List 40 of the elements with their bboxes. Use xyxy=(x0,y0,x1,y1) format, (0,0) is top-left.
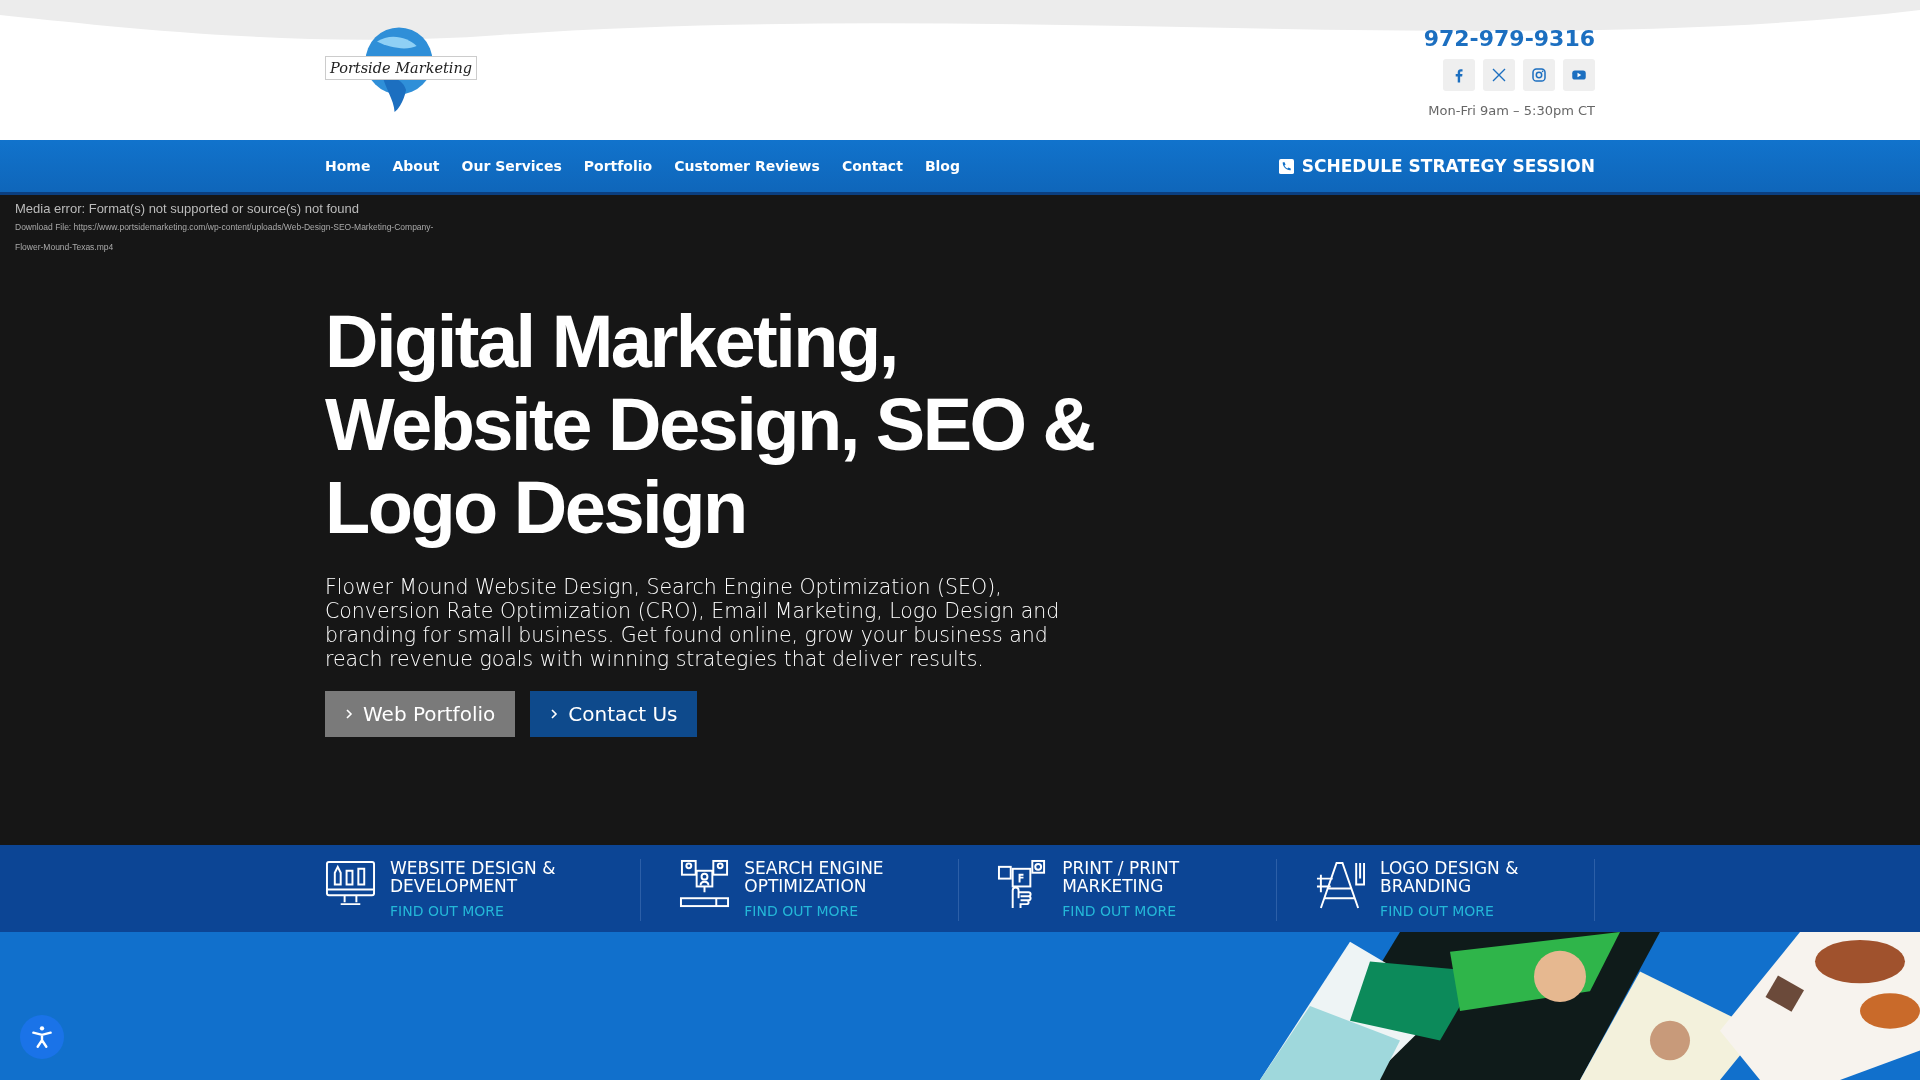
phone-link[interactable]: 972-979-9316 xyxy=(1423,26,1595,51)
business-hours: Mon-Fri 9am – 5:30pm CT xyxy=(1428,103,1595,118)
nav-link[interactable]: Home xyxy=(325,158,371,174)
find-out-more-link[interactable]: FIND OUT MORE xyxy=(1062,903,1263,919)
nav-link[interactable]: Customer Reviews xyxy=(674,158,820,174)
chevron-icon xyxy=(550,708,559,720)
social-link[interactable] xyxy=(1523,59,1555,91)
logo[interactable]: Portside Marketing xyxy=(325,18,475,118)
nav-link[interactable]: Our Services xyxy=(461,158,562,174)
nav-link[interactable]: Contact xyxy=(841,158,903,174)
social-link[interactable] xyxy=(1443,59,1475,91)
find-out-more-link[interactable]: FIND OUT MORE xyxy=(1380,903,1581,919)
accessibility-icon xyxy=(29,1024,55,1050)
nav-link[interactable]: About xyxy=(392,158,440,174)
service-title: PRINT / PRINT MARKETING xyxy=(1062,859,1181,895)
hero-description: Flower Mound Website Design, Search Engine Optimization (SEO), Conversion Rate Optimization (CRO), Email Marketing, Logo Design and branding for small business. Get found online, grow your business and reach revenue goals with winning strategies that deliver results. xyxy=(325,575,1061,671)
hero-title: Digital Marketing, Website Design, SEO & Logo Design xyxy=(325,300,1095,549)
hero-button[interactable]: Contact Us xyxy=(530,691,698,737)
find-out-more-link[interactable]: FIND OUT MORE xyxy=(744,903,945,919)
social-link[interactable] xyxy=(1483,59,1515,91)
letter-ruler-icon xyxy=(1315,859,1367,910)
service-title: SEARCH ENGINE OPTIMIZATION xyxy=(744,859,885,895)
social-link[interactable] xyxy=(1563,59,1595,91)
service-title: LOGO DESIGN & BRANDING xyxy=(1380,859,1520,895)
instagram-icon xyxy=(1530,66,1548,84)
accessibility-button[interactable] xyxy=(20,1015,64,1059)
download-link[interactable]: Download File: https://www.portsidemarketing.com/wp-content/uploads/Web-Design-SEO-Marketing-Company- xyxy=(15,222,485,232)
nav-link[interactable]: Portfolio xyxy=(583,158,653,174)
x-icon xyxy=(1490,66,1508,84)
download-link[interactable]: Flower-Mound-Texas.mp4 xyxy=(15,242,485,252)
logo-text: Portside Marketing xyxy=(325,56,478,80)
phone-icon xyxy=(1278,158,1294,174)
find-out-more-link[interactable]: FIND OUT MORE xyxy=(390,903,590,919)
chevron-icon xyxy=(345,708,353,720)
schedule-link[interactable]: SCHEDULE STRATEGY SESSION xyxy=(1278,156,1595,176)
service-title: WEBSITE DESIGN & DEVELOPMENT xyxy=(390,859,557,895)
nav-link[interactable]: Blog xyxy=(924,158,960,174)
profiles-search-icon xyxy=(679,859,731,910)
hero-button[interactable]: Web Portfolio xyxy=(325,691,516,737)
media-error-text: Media error: Format(s) not supported or source(s) not found xyxy=(15,201,360,216)
